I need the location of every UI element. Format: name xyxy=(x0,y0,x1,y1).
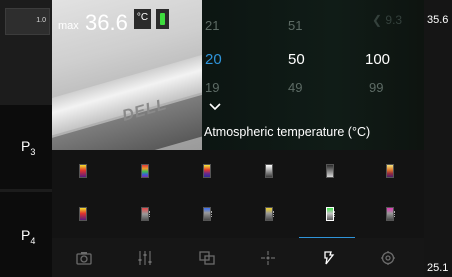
picker-col1-below[interactable]: 19 xyxy=(205,80,219,95)
palette-grid xyxy=(52,150,424,239)
temperature-readout: max 36.6 °C xyxy=(52,0,202,38)
picker-col3-selected[interactable]: 100 xyxy=(365,51,390,68)
palette-lava[interactable] xyxy=(386,164,394,178)
chevron-down-icon[interactable] xyxy=(209,100,221,114)
preset-p4-label: P4 xyxy=(21,227,36,246)
palette-magenta-alarm[interactable] xyxy=(386,207,395,221)
preset-p3-button[interactable]: P3 xyxy=(0,105,52,189)
max-label: max xyxy=(58,20,79,32)
scale-min-value: 25.1 xyxy=(427,262,449,274)
left-sidebar: 1.0 P3 P4 xyxy=(0,0,52,277)
camera-icon[interactable] xyxy=(75,250,93,266)
palette-rainbow[interactable] xyxy=(141,164,149,178)
picker-col1-above[interactable]: 21 xyxy=(205,18,219,33)
unit-button[interactable]: °C xyxy=(134,9,151,29)
palette-hot-iron[interactable] xyxy=(203,164,211,178)
unit-label: °C xyxy=(136,12,149,23)
picker-col3-below[interactable]: 99 xyxy=(369,80,383,95)
palette-iron[interactable] xyxy=(79,164,87,178)
palette-contrast[interactable] xyxy=(141,207,150,221)
target-icon[interactable] xyxy=(259,250,277,266)
palette-gray[interactable] xyxy=(326,164,334,178)
palette-white-hot[interactable] xyxy=(265,164,273,178)
palette-green-alarm[interactable] xyxy=(326,207,335,221)
palette-icon[interactable] xyxy=(320,250,338,266)
preset-p3-label: P3 xyxy=(21,138,36,157)
zoom-label: 1.0 xyxy=(36,17,46,24)
palette-iron-alarm[interactable] xyxy=(79,207,87,221)
max-temperature-value: 36.6 xyxy=(85,10,128,35)
palette-yellow-alarm[interactable] xyxy=(265,207,274,221)
overlay-icon[interactable] xyxy=(198,250,216,266)
palette-blue-alarm[interactable] xyxy=(203,207,212,221)
bottom-toolbar xyxy=(52,238,424,277)
picker-col2-above[interactable]: 51 xyxy=(288,18,302,33)
preset-p4-button[interactable]: P4 xyxy=(0,192,52,277)
sliders-icon[interactable] xyxy=(136,250,154,266)
back-button[interactable]: ❮ 9.3 xyxy=(372,13,402,27)
back-value: 9.3 xyxy=(385,13,403,27)
picker-col1-selected[interactable]: 20 xyxy=(205,51,222,68)
scale-max-value: 35.6 xyxy=(427,14,449,26)
setting-label: Atmospheric temperature (°C) xyxy=(204,125,371,139)
gear-icon[interactable] xyxy=(379,250,397,266)
zoom-indicator[interactable]: 1.0 xyxy=(5,8,50,35)
value-picker-panel: 21 20 19 51 50 49 100 99 ❮ 9.3 Atmospher… xyxy=(202,0,424,150)
picker-col2-selected[interactable]: 50 xyxy=(288,51,305,68)
battery-icon xyxy=(156,9,169,29)
temperature-scale: 35.6 25.1 xyxy=(424,0,452,277)
picker-col2-below[interactable]: 49 xyxy=(288,80,302,95)
